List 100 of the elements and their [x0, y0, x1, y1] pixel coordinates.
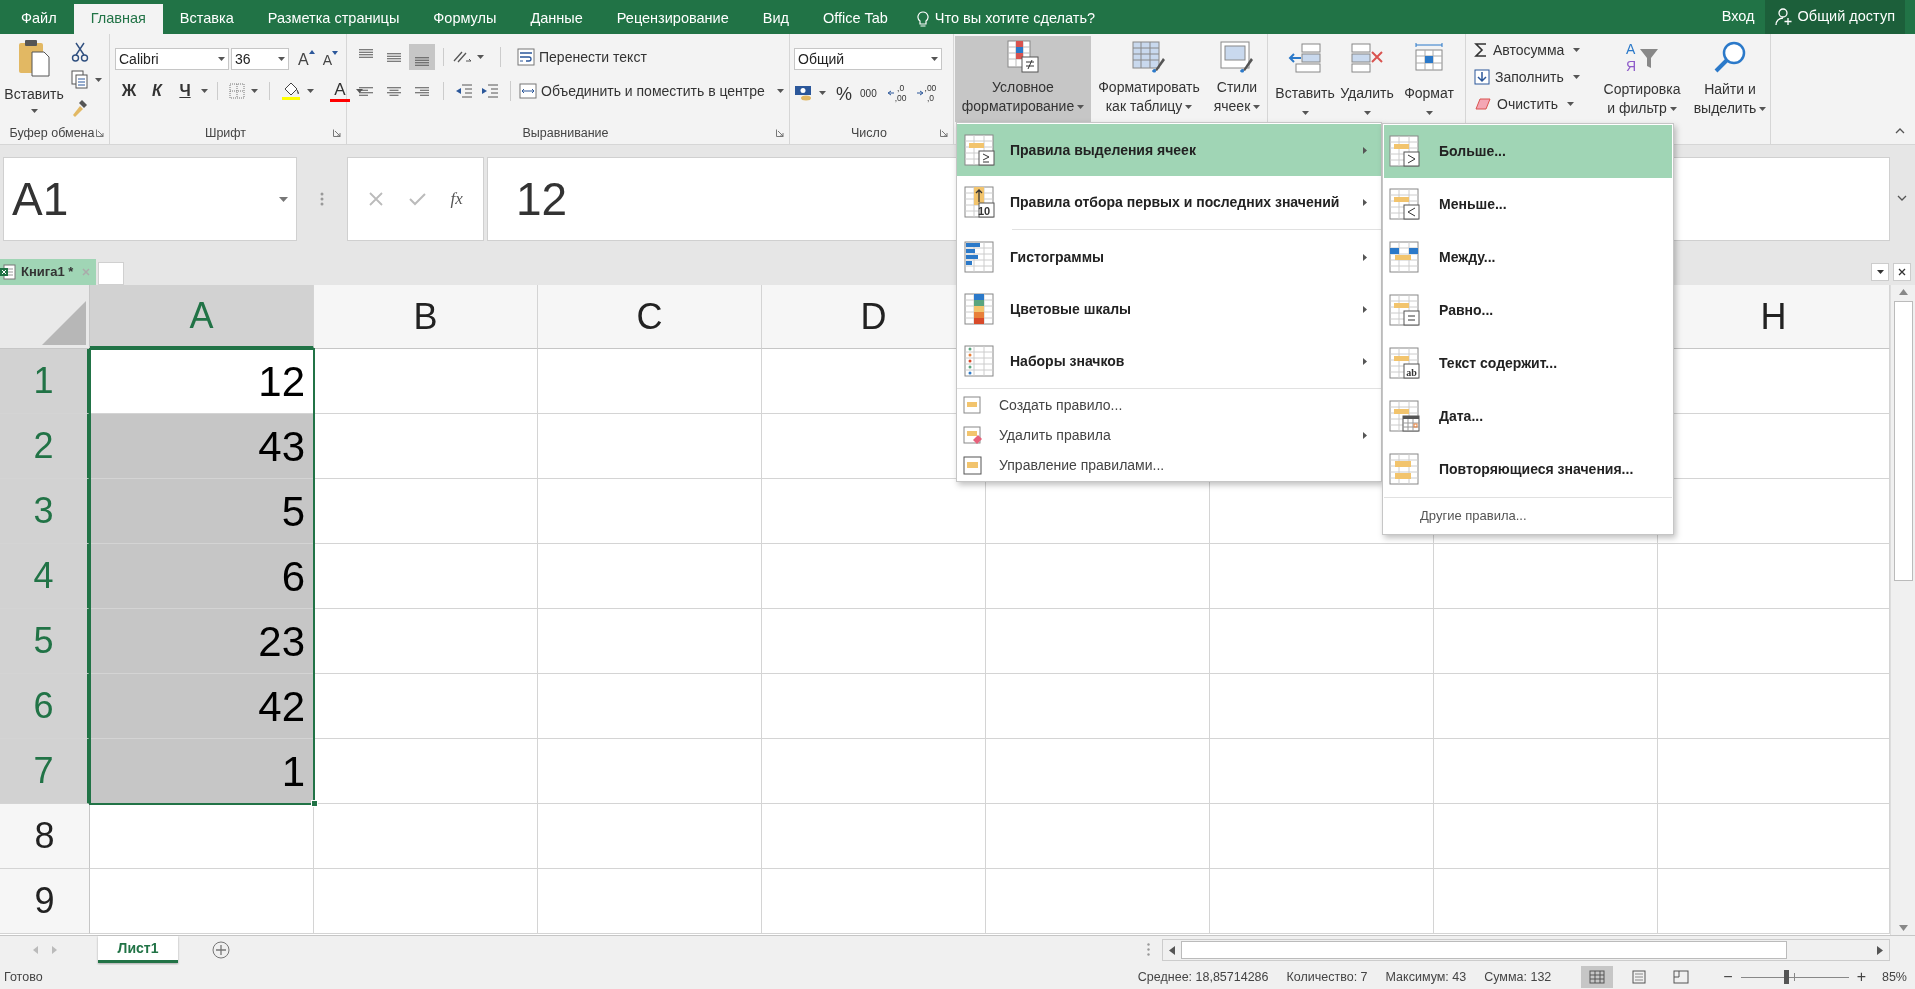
- zoom-out-button[interactable]: −: [1719, 965, 1737, 989]
- workbook-tab[interactable]: Книга1 *: [0, 259, 97, 285]
- table-cell[interactable]: [314, 609, 538, 674]
- row-header[interactable]: 9: [0, 869, 90, 934]
- ribbon-tab[interactable]: Разметка страницы: [250, 4, 417, 34]
- table-cell[interactable]: [538, 544, 762, 609]
- table-cell[interactable]: [1658, 804, 1890, 869]
- ribbon-tab[interactable]: Вид: [745, 4, 806, 34]
- close-button[interactable]: [1893, 263, 1911, 281]
- ribbon-tab[interactable]: Данные: [513, 4, 600, 34]
- scroll-right-icon[interactable]: [1877, 945, 1883, 955]
- table-cell[interactable]: 5: [90, 479, 314, 544]
- format-button[interactable]: Формат: [1398, 36, 1460, 122]
- splitter-icon[interactable]: [1147, 943, 1150, 956]
- table-cell[interactable]: [986, 479, 1210, 544]
- clear-button[interactable]: Очистить: [1474, 92, 1594, 116]
- table-cell[interactable]: [1434, 609, 1658, 674]
- table-cell[interactable]: [1434, 674, 1658, 739]
- increase-decimal-button[interactable]: ,0 ,00: [886, 80, 907, 106]
- table-cell[interactable]: [986, 609, 1210, 674]
- table-cell[interactable]: [1210, 609, 1434, 674]
- scroll-left-icon[interactable]: [1169, 945, 1175, 955]
- table-cell[interactable]: [1434, 869, 1658, 934]
- row-header[interactable]: 3: [0, 479, 90, 544]
- dialog-launcher-icon[interactable]: [940, 129, 948, 138]
- table-cell[interactable]: [538, 869, 762, 934]
- fill-handle[interactable]: [311, 800, 318, 807]
- select-all-corner[interactable]: [0, 285, 90, 349]
- zoom-slider[interactable]: [1740, 970, 1849, 984]
- grow-font-button[interactable]: A: [295, 48, 318, 70]
- table-cell[interactable]: [762, 739, 986, 804]
- table-cell[interactable]: 6: [90, 544, 314, 609]
- dialog-launcher-icon[interactable]: [96, 129, 104, 138]
- table-cell[interactable]: [1658, 869, 1890, 934]
- ribbon-tab[interactable]: Формулы: [416, 4, 514, 34]
- table-cell[interactable]: [1434, 804, 1658, 869]
- delete-button[interactable]: Удалить: [1336, 36, 1398, 122]
- insert-function-button[interactable]: fx: [450, 186, 463, 212]
- scroll-down-icon[interactable]: [1898, 925, 1908, 931]
- table-cell[interactable]: 1: [90, 739, 314, 804]
- tab-list-button[interactable]: [1871, 263, 1889, 281]
- fill-button[interactable]: Заполнить: [1474, 65, 1594, 89]
- slider-thumb[interactable]: [1784, 970, 1789, 984]
- row-header[interactable]: 5: [0, 609, 90, 674]
- cancel-icon[interactable]: [368, 191, 385, 207]
- expand-formula-icon[interactable]: [1897, 195, 1907, 201]
- zoom-in-button[interactable]: +: [1852, 965, 1870, 989]
- underline-button[interactable]: Ч: [173, 79, 197, 103]
- ribbon-tab[interactable]: Рецензирование: [599, 4, 746, 34]
- normal-view-button[interactable]: [1581, 966, 1614, 988]
- table-cell[interactable]: [1658, 544, 1890, 609]
- table-cell[interactable]: [1434, 544, 1658, 609]
- table-cell[interactable]: [90, 869, 314, 934]
- enter-check-icon[interactable]: [408, 192, 427, 206]
- row-header[interactable]: 2: [0, 414, 90, 479]
- dialog-launcher-icon[interactable]: [776, 129, 784, 138]
- row-header[interactable]: 7: [0, 739, 90, 804]
- bold-button[interactable]: Ж: [117, 79, 141, 103]
- name-box[interactable]: A1: [3, 157, 297, 241]
- sheet-tab[interactable]: Лист1: [98, 936, 178, 963]
- table-cell[interactable]: [762, 479, 986, 544]
- font-name-field[interactable]: Calibri: [115, 48, 229, 70]
- paste-button[interactable]: Вставить: [0, 34, 68, 123]
- menu-item[interactable]: Гистограммы: [957, 231, 1381, 283]
- table-cell[interactable]: [1210, 804, 1434, 869]
- column-header[interactable]: A: [90, 285, 314, 349]
- table-cell[interactable]: [314, 544, 538, 609]
- table-cell[interactable]: [538, 674, 762, 739]
- table-cell[interactable]: [762, 869, 986, 934]
- cell-styles-button[interactable]: Стили ячеек: [1207, 36, 1267, 122]
- table-cell[interactable]: [986, 804, 1210, 869]
- merge-center-button[interactable]: Объединить и поместить в центре: [519, 79, 784, 103]
- wrap-text-button[interactable]: Перенести текст: [517, 45, 647, 69]
- table-cell[interactable]: [538, 349, 762, 414]
- sort-filter-button[interactable]: А Я Сортировка и фильтр: [1594, 36, 1690, 122]
- column-header[interactable]: C: [538, 285, 762, 349]
- table-cell[interactable]: [1434, 739, 1658, 804]
- row-header[interactable]: 1: [0, 349, 90, 414]
- number-format-field[interactable]: Общий: [794, 48, 942, 70]
- table-cell[interactable]: [1210, 674, 1434, 739]
- sign-in-link[interactable]: Вход: [1711, 0, 1765, 34]
- table-cell[interactable]: [90, 804, 314, 869]
- table-cell[interactable]: [986, 739, 1210, 804]
- menu-item[interactable]: Управление правилами...: [957, 450, 1381, 480]
- italic-button[interactable]: К: [145, 79, 169, 103]
- share-button[interactable]: Общий доступ: [1764, 0, 1905, 34]
- format-as-table-button[interactable]: Форматировать как таблицу: [1091, 36, 1207, 122]
- add-sheet-icon[interactable]: [212, 941, 230, 959]
- menu-item[interactable]: 10 Правила отбора первых и последних значений: [957, 176, 1381, 228]
- table-cell[interactable]: [538, 609, 762, 674]
- table-cell[interactable]: [538, 414, 762, 479]
- table-cell[interactable]: [1210, 739, 1434, 804]
- table-cell[interactable]: 23: [90, 609, 314, 674]
- menu-item[interactable]: Цветовые шкалы: [957, 283, 1381, 335]
- table-cell[interactable]: [538, 804, 762, 869]
- ribbon-tab[interactable]: Файл: [4, 4, 74, 34]
- shrink-font-button[interactable]: A: [319, 48, 341, 70]
- scrollbar-thumb[interactable]: [1893, 301, 1913, 581]
- menu-item[interactable]: Правила выделения ячеек: [957, 124, 1381, 176]
- font-color-button[interactable]: A: [328, 79, 365, 103]
